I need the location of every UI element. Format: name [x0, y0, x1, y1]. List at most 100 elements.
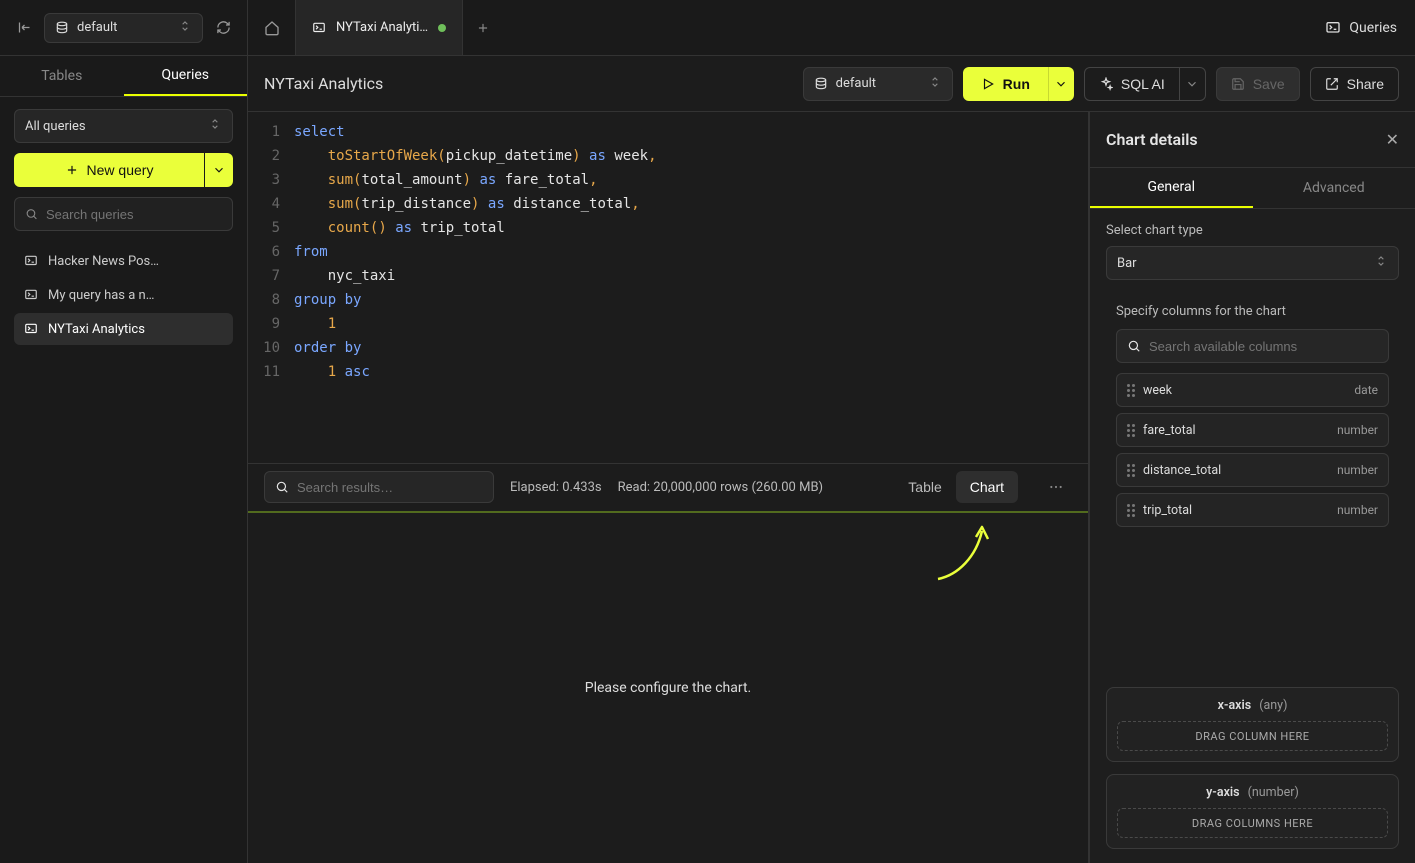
add-tab-button[interactable] — [463, 0, 503, 55]
panel-title: Chart details — [1106, 130, 1386, 149]
all-queries-select[interactable]: All queries — [14, 109, 233, 143]
panel-tab-advanced[interactable]: Advanced — [1253, 168, 1415, 208]
query-item[interactable]: NYTaxi Analytics — [14, 313, 233, 345]
column-item[interactable]: trip_total number — [1116, 493, 1389, 527]
save-button: Save — [1216, 67, 1300, 101]
new-query-dropdown[interactable] — [205, 153, 233, 187]
column-name: fare_total — [1143, 423, 1329, 438]
column-item[interactable]: week date — [1116, 373, 1389, 407]
share-label: Share — [1347, 76, 1384, 92]
share-button[interactable]: Share — [1310, 67, 1399, 101]
panel-body: Select chart type Bar Specify columns fo… — [1090, 209, 1415, 863]
new-query-label: New query — [87, 162, 154, 178]
hint-arrow-icon — [928, 517, 998, 587]
view-table-button[interactable]: Table — [894, 471, 955, 503]
drag-handle-icon[interactable] — [1127, 384, 1135, 397]
plus-icon — [476, 21, 490, 35]
query-item-label: Hacker News Pos… — [48, 254, 159, 269]
column-name: week — [1143, 383, 1346, 398]
sql-ai-dropdown[interactable] — [1180, 67, 1206, 101]
chevron-updown-icon — [178, 19, 192, 37]
query-item-label: NYTaxi Analytics — [48, 322, 145, 337]
column-item[interactable]: distance_total number — [1116, 453, 1389, 487]
query-item[interactable]: Hacker News Pos… — [14, 245, 233, 277]
query-icon — [312, 21, 326, 35]
database-select[interactable]: default — [44, 13, 203, 43]
column-item[interactable]: fare_total number — [1116, 413, 1389, 447]
chart-type-select[interactable]: Bar — [1106, 246, 1399, 280]
queries-link[interactable]: Queries — [1325, 20, 1397, 36]
search-results-field[interactable] — [264, 471, 494, 503]
database-select-value: default — [77, 20, 117, 35]
line-gutter: 1234567891011 — [248, 112, 288, 463]
sidebar-tab-queries[interactable]: Queries — [124, 56, 248, 96]
search-columns-input[interactable] — [1149, 339, 1378, 354]
unsaved-dot-icon — [438, 24, 446, 32]
chevron-updown-icon — [208, 117, 222, 135]
run-label: Run — [1003, 76, 1030, 92]
view-chart-button[interactable]: Chart — [956, 471, 1018, 503]
x-axis-box: x-axis (any) DRAG COLUMN HERE — [1106, 687, 1399, 762]
new-query-row: New query — [14, 153, 233, 187]
run-button[interactable]: Run — [963, 67, 1048, 101]
run-dropdown[interactable] — [1048, 67, 1074, 101]
home-tab[interactable] — [248, 0, 296, 55]
page-title: NYTaxi Analytics — [264, 74, 793, 93]
panel-tabs: General Advanced — [1090, 168, 1415, 209]
search-columns-field[interactable] — [1116, 329, 1389, 363]
play-icon — [981, 77, 995, 91]
drag-handle-icon[interactable] — [1127, 464, 1135, 477]
panel-tab-general[interactable]: General — [1090, 168, 1253, 208]
new-query-button[interactable]: New query — [14, 153, 204, 187]
chart-type-value: Bar — [1117, 256, 1137, 271]
search-queries-field[interactable] — [14, 197, 233, 231]
toolbar: NYTaxi Analytics default Run — [248, 56, 1415, 112]
reload-icon[interactable] — [213, 18, 233, 38]
save-icon — [1231, 77, 1245, 91]
code-lines[interactable]: select toStartOfWeek(pickup_datetime) as… — [288, 112, 1088, 463]
view-toggle: Table Chart — [894, 471, 1018, 503]
database-icon — [814, 77, 828, 91]
main: NYTaxi Analyti… Queries NYTaxi Analytics… — [248, 0, 1415, 863]
y-axis-drop-zone[interactable]: DRAG COLUMNS HERE — [1117, 808, 1388, 838]
collapse-sidebar-icon[interactable] — [14, 18, 34, 38]
search-icon — [1127, 339, 1141, 353]
all-queries-label: All queries — [25, 119, 86, 134]
sql-ai-label: SQL AI — [1121, 76, 1165, 92]
sidebar-top: default — [0, 0, 247, 56]
query-icon — [24, 288, 38, 302]
chevron-down-icon — [1185, 77, 1199, 91]
search-queries-input[interactable] — [46, 207, 222, 222]
x-axis-type: (any) — [1259, 698, 1287, 713]
code-editor[interactable]: 1234567891011 select toStartOfWeek(picku… — [248, 112, 1088, 463]
toolbar-database-select[interactable]: default — [803, 67, 953, 101]
drag-handle-icon[interactable] — [1127, 424, 1135, 437]
drag-handle-icon[interactable] — [1127, 504, 1135, 517]
chart-placeholder-text: Please configure the chart. — [585, 680, 752, 696]
close-icon[interactable]: ✕ — [1386, 130, 1399, 149]
plus-icon — [65, 163, 79, 177]
query-icon — [1325, 20, 1341, 36]
sidebar-tab-tables[interactable]: Tables — [0, 56, 124, 96]
query-item[interactable]: My query has a n… — [14, 279, 233, 311]
dots-icon — [1048, 479, 1064, 495]
x-axis-drop-zone[interactable]: DRAG COLUMN HERE — [1117, 721, 1388, 751]
open-tab[interactable]: NYTaxi Analyti… — [296, 0, 463, 55]
editor-column: 1234567891011 select toStartOfWeek(picku… — [248, 112, 1089, 863]
column-list: week date fare_total number distance_tot… — [1116, 373, 1389, 527]
query-item-label: My query has a n… — [48, 288, 154, 303]
save-label: Save — [1253, 76, 1285, 92]
y-axis-type: (number) — [1248, 785, 1299, 800]
elapsed-stat: Elapsed: 0.433s — [510, 480, 602, 495]
chevron-down-icon — [1054, 77, 1068, 91]
column-type: number — [1337, 463, 1378, 477]
home-icon — [264, 20, 280, 36]
sidebar-body: All queries New query — [0, 97, 247, 357]
more-menu-button[interactable] — [1040, 471, 1072, 503]
column-name: distance_total — [1143, 463, 1329, 478]
search-results-input[interactable] — [297, 480, 483, 495]
search-icon — [25, 207, 38, 221]
query-icon — [24, 322, 38, 336]
sql-ai-button[interactable]: SQL AI — [1084, 67, 1180, 101]
queries-link-label: Queries — [1349, 20, 1397, 36]
